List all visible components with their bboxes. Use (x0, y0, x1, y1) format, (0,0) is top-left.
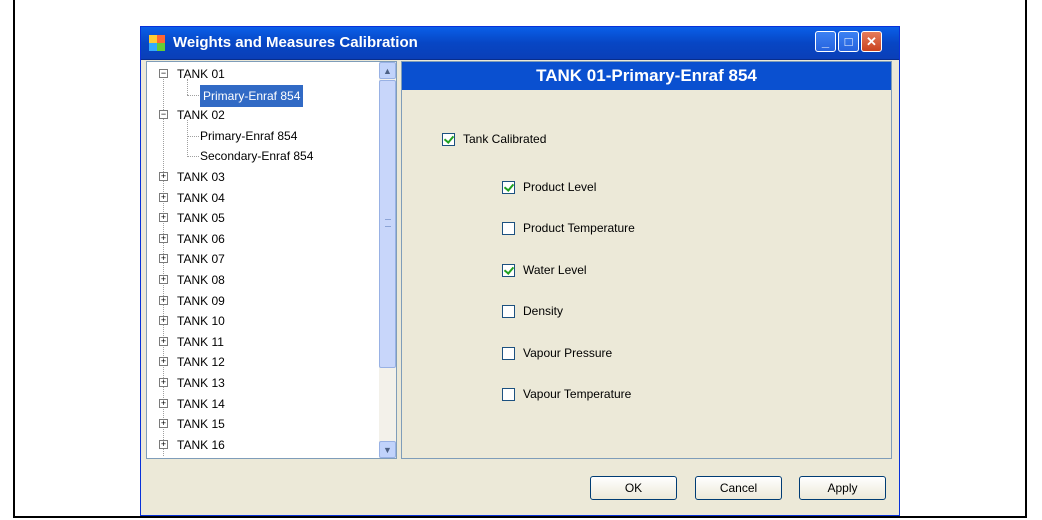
tank-calibrated-checkbox[interactable]: Tank Calibrated (442, 130, 546, 148)
scroll-up-button[interactable]: ▲ (379, 62, 396, 79)
panel-header: TANK 01-Primary-Enraf 854 (402, 62, 891, 90)
expand-icon[interactable]: + (159, 419, 168, 429)
collapse-icon[interactable]: − (159, 69, 168, 78)
checkbox-label: Density (523, 304, 564, 318)
expand-icon[interactable]: + (159, 439, 168, 449)
vapour-pressure-checkbox[interactable]: Vapour Pressure (502, 344, 612, 362)
tank-tree-view[interactable]: ▲ ▼ − TANK 01 Primary-Enraf 854− TANK 02 Pri… (146, 61, 397, 459)
checkbox[interactable] (502, 221, 515, 235)
checkbox-label: Vapour Temperature (523, 387, 632, 401)
tree-node-label: TANK 05 (177, 211, 225, 226)
tree-node-label: TANK 01 (177, 67, 225, 81)
checkbox[interactable] (502, 180, 515, 194)
expand-icon[interactable]: + (159, 275, 168, 284)
density-checkbox[interactable]: Density (502, 302, 563, 320)
expand-icon[interactable]: + (159, 213, 168, 223)
checkbox-label: Product Level (523, 180, 597, 194)
tree-scrollbar[interactable]: ▲ ▼ (379, 62, 396, 458)
tree-node-label: TANK 03 (177, 170, 225, 184)
expand-icon[interactable]: + (159, 233, 168, 243)
expand-icon[interactable]: + (159, 295, 168, 305)
checkbox[interactable] (502, 346, 515, 360)
cancel-button[interactable]: Cancel (695, 476, 782, 500)
maximize-icon: □ (844, 34, 853, 49)
calibration-panel: TANK 01-Primary-Enraf 854 Tank Calibrate… (401, 61, 892, 459)
tree-node-label: TANK 13 (177, 376, 225, 390)
tree-node-label: Secondary-Enraf 854 (200, 149, 314, 164)
tree-node-label-selected: Primary-Enraf 854 (200, 84, 304, 107)
tree-node-label: TANK 12 (177, 355, 225, 370)
minimize-icon: _ (821, 34, 830, 49)
apply-button[interactable]: Apply (799, 476, 886, 500)
checkbox-label: Water Level (523, 263, 587, 277)
checkbox[interactable] (502, 263, 515, 277)
tree-node-label: TANK 04 (177, 190, 225, 205)
scroll-thumb[interactable] (379, 80, 396, 368)
tree-node-label: TANK 14 (177, 396, 225, 411)
window-title: Weights and Measures Calibration (173, 34, 418, 51)
tree-node-label: TANK 09 (177, 293, 225, 308)
checkbox-label: Product Temperature (523, 221, 635, 235)
checkbox[interactable] (502, 387, 515, 401)
vapour-temperature-checkbox[interactable]: Vapour Temperature (502, 385, 631, 403)
tree-node-label: TANK 16 (177, 437, 225, 452)
calibration-dialog: Weights and Measures Calibration _ □ ✕ ▲… (140, 26, 900, 516)
expand-icon[interactable]: + (159, 316, 168, 326)
expand-icon[interactable]: + (159, 192, 168, 202)
checkbox[interactable] (442, 132, 455, 146)
maximize-button[interactable]: □ (838, 31, 859, 52)
tree-node-label: TANK 11 (177, 334, 224, 349)
tree-node-label: TANK 07 (177, 252, 225, 267)
collapse-icon[interactable]: − (159, 110, 168, 120)
tree-node-label: TANK 02 (177, 108, 225, 123)
expand-icon[interactable]: + (159, 254, 168, 264)
checkbox-label: Tank Calibrated (463, 132, 547, 146)
product-temperature-checkbox[interactable]: Product Temperature (502, 219, 635, 237)
expand-icon[interactable]: + (159, 357, 168, 367)
minimize-button[interactable]: _ (815, 31, 836, 52)
checkbox-label: Vapour Pressure (523, 346, 613, 360)
checkbox[interactable] (502, 304, 515, 318)
tree-node-label: TANK 06 (177, 231, 225, 246)
tree-node-label: TANK 08 (177, 273, 225, 287)
close-button[interactable]: ✕ (861, 31, 882, 52)
scroll-down-button[interactable]: ▼ (379, 441, 396, 458)
tree-node-label: Primary-Enraf 854 (200, 128, 298, 143)
tree-node-label: TANK 10 (177, 314, 225, 329)
water-level-checkbox[interactable]: Water Level (502, 261, 587, 279)
product-level-checkbox[interactable]: Product Level (502, 178, 596, 196)
ok-button[interactable]: OK (590, 476, 677, 500)
close-icon: ✕ (866, 33, 877, 49)
expand-icon[interactable]: + (159, 336, 168, 346)
title-bar[interactable]: Weights and Measures Calibration _ □ ✕ (141, 27, 899, 60)
app-icon (149, 35, 165, 51)
expand-icon[interactable]: + (159, 378, 168, 387)
expand-icon[interactable]: + (159, 398, 168, 408)
expand-icon[interactable]: + (159, 172, 168, 181)
tree-node-label: TANK 15 (177, 417, 225, 432)
